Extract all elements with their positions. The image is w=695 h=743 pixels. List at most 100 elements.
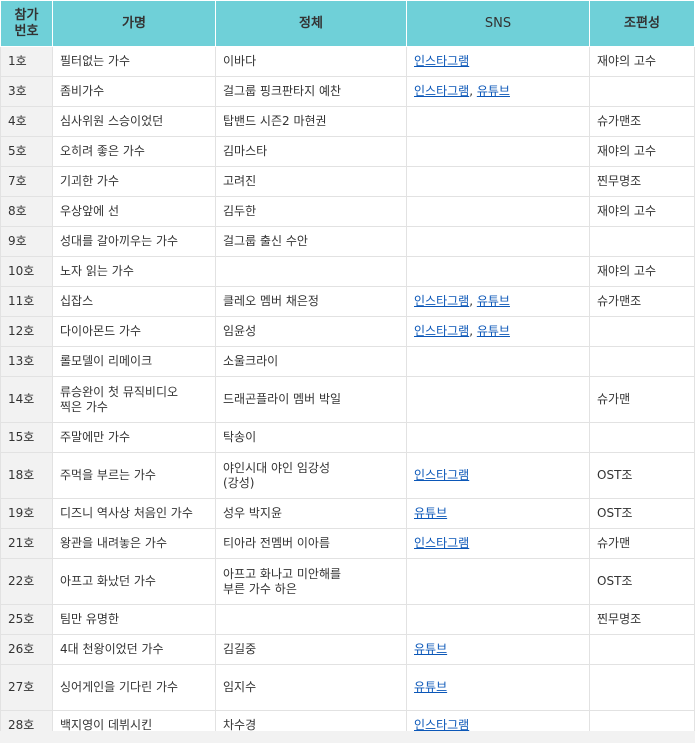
- cell-identity: 김두한: [215, 196, 407, 227]
- instagram-link[interactable]: 인스타그램: [414, 294, 469, 308]
- cell-number: 26호: [0, 634, 53, 665]
- sns-separator: ,: [469, 324, 477, 338]
- table-row: 13호 롤모델이 리메이크 소울크라이: [0, 346, 695, 377]
- sns-separator: ,: [469, 84, 477, 98]
- instagram-link[interactable]: 인스타그램: [414, 536, 469, 550]
- youtube-link[interactable]: 유튜브: [477, 294, 510, 308]
- cell-alias: 우상앞에 선: [52, 196, 216, 227]
- cell-sns: [406, 346, 590, 377]
- cell-alias: 주말에만 가수: [52, 422, 216, 453]
- cell-number: 1호: [0, 46, 53, 77]
- cell-group: OST조: [589, 558, 695, 605]
- cell-sns: 인스타그램, 유튜브: [406, 316, 590, 347]
- table-body: 1호 필터없는 가수 이바다 인스타그램 재야의 고수 3호 좀비가수 걸그룹 핑크판타지 예…: [0, 46, 695, 731]
- cell-number: 8호: [0, 196, 53, 227]
- cell-alias: 십잡스: [52, 286, 216, 317]
- cell-group: [589, 710, 695, 731]
- cell-group: [589, 76, 695, 107]
- table-row: 10호 노자 읽는 가수 재야의 고수: [0, 256, 695, 287]
- cell-sns: [406, 604, 590, 635]
- youtube-link[interactable]: 유튜브: [414, 506, 447, 520]
- cell-identity: 아프고 화나고 미안해를 부른 가수 하은: [215, 558, 407, 605]
- table-row: 18호 주먹을 부르는 가수 야인시대 야인 임강성 (강성) 인스타그램 OST조: [0, 452, 695, 499]
- cell-sns: 인스타그램: [406, 46, 590, 77]
- header-group: 조편성: [589, 0, 695, 47]
- cell-alias: 심사위원 스승이었던: [52, 106, 216, 137]
- cell-identity: 걸그룹 출신 수안: [215, 226, 407, 257]
- cell-sns: [406, 558, 590, 605]
- cell-number: 12호: [0, 316, 53, 347]
- cell-group: 찐무명조: [589, 604, 695, 635]
- table-row: 12호 다이아몬드 가수 임윤성 인스타그램, 유튜브: [0, 316, 695, 347]
- instagram-link[interactable]: 인스타그램: [414, 84, 469, 98]
- cell-alias: 롤모델이 리메이크: [52, 346, 216, 377]
- cell-alias: 팀만 유명한: [52, 604, 216, 635]
- cell-alias: 기괴한 가수: [52, 166, 216, 197]
- cell-alias: 노자 읽는 가수: [52, 256, 216, 287]
- cell-alias: 성대를 갈아끼우는 가수: [52, 226, 216, 257]
- cell-identity: 성우 박지윤: [215, 498, 407, 529]
- cell-sns: 인스타그램: [406, 528, 590, 559]
- instagram-link[interactable]: 인스타그램: [414, 718, 469, 731]
- cell-group: [589, 634, 695, 665]
- youtube-link[interactable]: 유튜브: [414, 680, 447, 694]
- youtube-link[interactable]: 유튜브: [477, 84, 510, 98]
- header-identity: 정체: [215, 0, 407, 47]
- cell-sns: 인스타그램: [406, 452, 590, 499]
- cell-identity: [215, 604, 407, 635]
- cell-identity: 탑밴드 시즌2 마현권: [215, 106, 407, 137]
- table-row: 1호 필터없는 가수 이바다 인스타그램 재야의 고수: [0, 46, 695, 77]
- cell-number: 14호: [0, 376, 53, 423]
- cell-number: 11호: [0, 286, 53, 317]
- cell-sns: [406, 256, 590, 287]
- cell-identity: 김길중: [215, 634, 407, 665]
- table-row: 14호 류승완이 첫 뮤직비디오 찍은 가수 드래곤플라이 멤버 박일 슈가맨: [0, 376, 695, 423]
- cell-identity: 임지수: [215, 664, 407, 711]
- cell-sns: [406, 136, 590, 167]
- cell-number: 9호: [0, 226, 53, 257]
- table-row: 4호 심사위원 스승이었던 탑밴드 시즌2 마현권 슈가맨조: [0, 106, 695, 137]
- cell-identity: 임윤성: [215, 316, 407, 347]
- sns-separator: ,: [469, 294, 477, 308]
- cell-group: [589, 664, 695, 711]
- cell-number: 5호: [0, 136, 53, 167]
- cell-identity: 탁송이: [215, 422, 407, 453]
- cell-alias: 왕관을 내려놓은 가수: [52, 528, 216, 559]
- table-row: 28호 백지영이 데뷔시킨 차수경 인스타그램: [0, 710, 695, 731]
- cell-sns: 유튜브: [406, 634, 590, 665]
- contestant-table: 참가 번호 가명 정체 SNS 조편성 1호 필터없는 가수 이바다 인스타그램 재야의…: [0, 0, 695, 731]
- cell-number: 10호: [0, 256, 53, 287]
- cell-number: 22호: [0, 558, 53, 605]
- cell-sns: [406, 106, 590, 137]
- cell-alias: 백지영이 데뷔시킨: [52, 710, 216, 731]
- cell-number: 13호: [0, 346, 53, 377]
- instagram-link[interactable]: 인스타그램: [414, 468, 469, 482]
- cell-group: OST조: [589, 498, 695, 529]
- cell-identity: 소울크라이: [215, 346, 407, 377]
- instagram-link[interactable]: 인스타그램: [414, 54, 469, 68]
- cell-alias: 류승완이 첫 뮤직비디오 찍은 가수: [52, 376, 216, 423]
- table-header-row: 참가 번호 가명 정체 SNS 조편성: [0, 0, 695, 47]
- table-row: 5호 오히려 좋은 가수 김마스타 재야의 고수: [0, 136, 695, 167]
- cell-number: 19호: [0, 498, 53, 529]
- cell-group: 찐무명조: [589, 166, 695, 197]
- youtube-link[interactable]: 유튜브: [477, 324, 510, 338]
- table-row: 21호 왕관을 내려놓은 가수 티아라 전멤버 이아름 인스타그램 슈가맨: [0, 528, 695, 559]
- cell-alias: 필터없는 가수: [52, 46, 216, 77]
- cell-identity: [215, 256, 407, 287]
- cell-sns: [406, 226, 590, 257]
- cell-number: 4호: [0, 106, 53, 137]
- cell-sns: [406, 166, 590, 197]
- cell-identity: 클레오 멤버 채은정: [215, 286, 407, 317]
- table-row: 26호 4대 천왕이었던 가수 김길중 유튜브: [0, 634, 695, 665]
- cell-group: 슈가맨조: [589, 286, 695, 317]
- cell-number: 18호: [0, 452, 53, 499]
- cell-alias: 다이아몬드 가수: [52, 316, 216, 347]
- header-sns: SNS: [406, 0, 590, 47]
- instagram-link[interactable]: 인스타그램: [414, 324, 469, 338]
- table-row: 27호 싱어게인을 기다린 가수 임지수 유튜브: [0, 664, 695, 711]
- cell-number: 25호: [0, 604, 53, 635]
- header-number: 참가 번호: [0, 0, 53, 47]
- cell-identity: 티아라 전멤버 이아름: [215, 528, 407, 559]
- youtube-link[interactable]: 유튜브: [414, 642, 447, 656]
